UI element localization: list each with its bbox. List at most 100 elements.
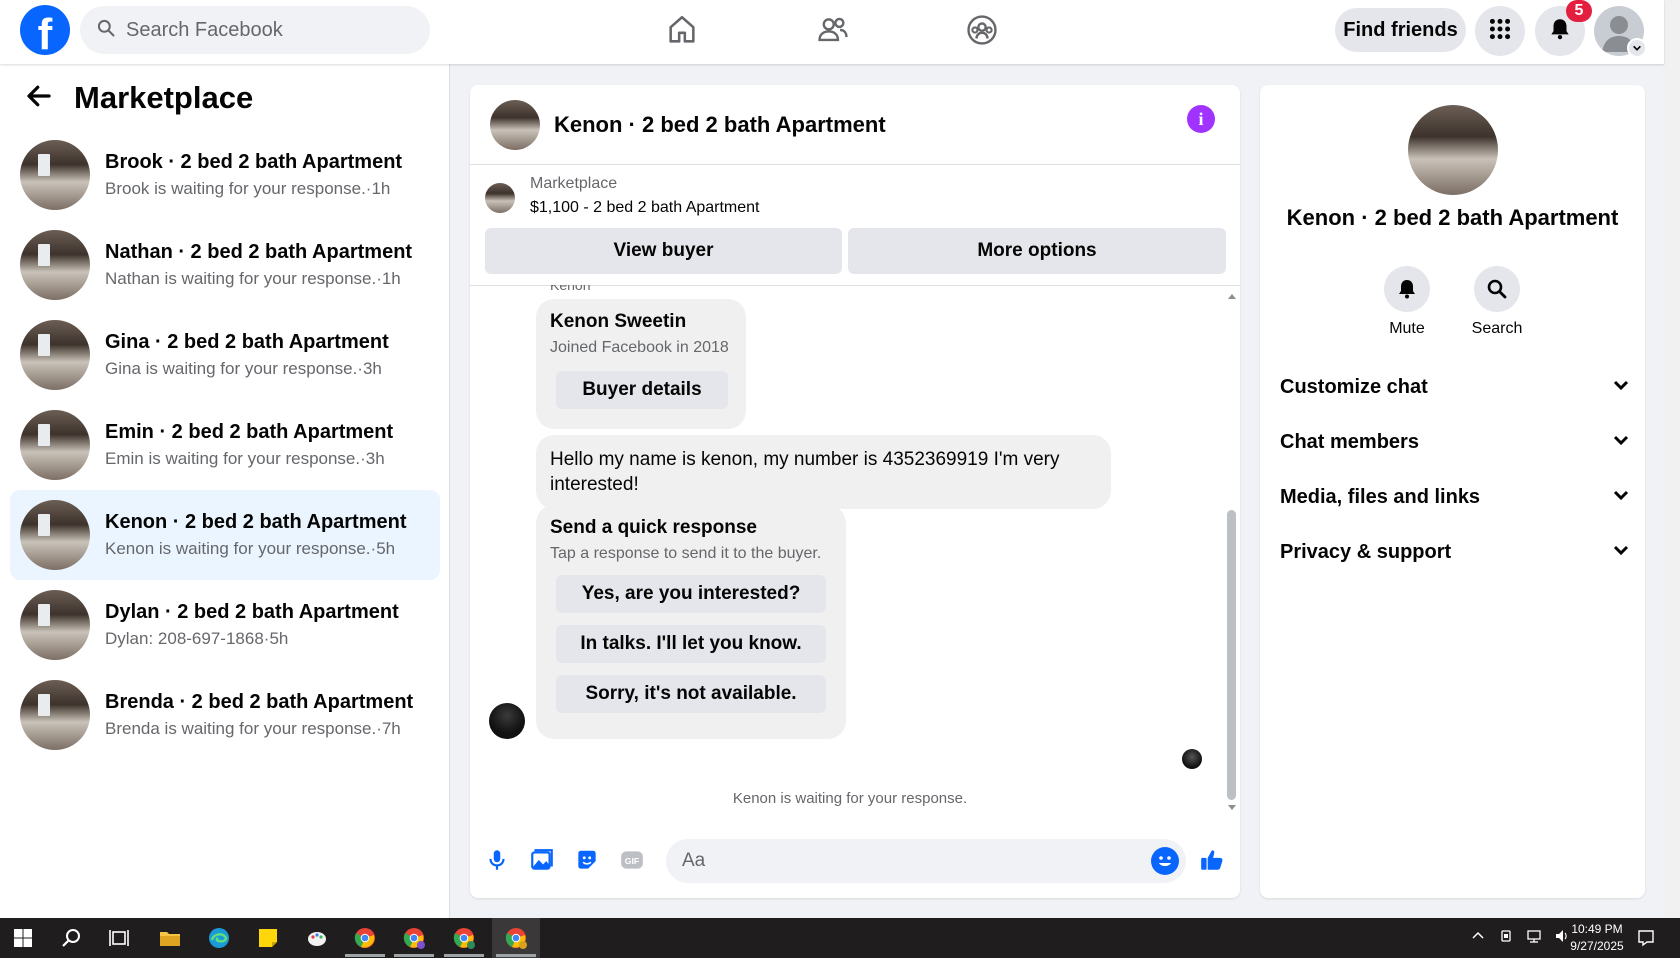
- conversation-list: Brook · 2 bed 2 bath Apartment Brook is w…: [10, 130, 440, 760]
- search-box[interactable]: [80, 6, 430, 54]
- conversation-preview: Nathan is waiting for your response.·1h: [105, 269, 401, 288]
- taskbar-search-icon[interactable]: [57, 924, 87, 952]
- more-options-button[interactable]: More options: [848, 228, 1226, 274]
- section-label: Chat members: [1280, 430, 1419, 453]
- windows-start-icon[interactable]: [8, 924, 38, 952]
- chat-title[interactable]: Kenon · 2 bed 2 bath Apartment: [554, 112, 886, 138]
- bell-icon[interactable]: [1384, 266, 1430, 312]
- conversation-title: Nathan · 2 bed 2 bath Apartment: [105, 241, 413, 263]
- chrome-profile-icon[interactable]: [399, 924, 429, 952]
- conversation-preview: Gina is waiting for your response.·3h: [105, 359, 382, 378]
- like-thumb-icon[interactable]: [1197, 845, 1227, 875]
- emoji-icon[interactable]: [1151, 847, 1179, 875]
- top-navigation-bar: f Find friends 5: [0, 0, 1664, 64]
- gif-icon[interactable]: GIF: [617, 845, 647, 875]
- message-composer: GIF: [470, 823, 1240, 898]
- conversation-preview: Kenon is waiting for your response.·5h: [105, 539, 396, 558]
- conversation-title: Brook · 2 bed 2 bath Apartment: [105, 151, 403, 173]
- quick-response-title: Send a quick response: [550, 517, 757, 538]
- search-icon: [96, 18, 116, 43]
- chrome-profile-icon[interactable]: [449, 924, 479, 952]
- chevron-down-icon: [1612, 486, 1630, 509]
- sidebar-title: Marketplace: [74, 80, 254, 115]
- conversation-avatar: [20, 140, 90, 210]
- chevron-down-icon: [1612, 376, 1630, 399]
- section-customize-chat[interactable]: Customize chat: [1280, 367, 1630, 407]
- conversation-item[interactable]: Emin · 2 bed 2 bath Apartment Emin is wai…: [10, 400, 440, 490]
- chrome-profile-icon[interactable]: [501, 924, 531, 952]
- device-icon[interactable]: [1498, 928, 1514, 949]
- sticker-icon[interactable]: [572, 845, 602, 875]
- conversation-item-active[interactable]: Kenon · 2 bed 2 bath Apartment Kenon is w…: [10, 490, 440, 580]
- microphone-icon[interactable]: [482, 845, 512, 875]
- conversation-title: Emin · 2 bed 2 bath Apartment: [105, 421, 394, 443]
- chevron-down-icon: [1612, 431, 1630, 454]
- search-action[interactable]: Search: [1457, 266, 1537, 338]
- edge-browser-icon[interactable]: [204, 924, 234, 952]
- back-arrow-icon[interactable]: [24, 81, 54, 116]
- quick-response-button[interactable]: In talks. I'll let you know.: [556, 625, 826, 663]
- svg-text:GIF: GIF: [625, 856, 639, 866]
- page-scrollbar[interactable]: [1664, 0, 1680, 918]
- find-friends-button[interactable]: Find friends: [1335, 8, 1466, 52]
- windows-taskbar: 10:49 PM 9/27/2025: [0, 918, 1680, 958]
- running-indicator: [394, 954, 434, 957]
- conversation-title: Brenda · 2 bed 2 bath Apartment: [105, 691, 414, 713]
- task-view-icon[interactable]: [104, 924, 134, 952]
- chevron-down-icon[interactable]: [1627, 38, 1647, 58]
- file-explorer-icon[interactable]: [155, 924, 185, 952]
- quick-response-card: Send a quick response Tap a response to …: [536, 505, 846, 739]
- photo-icon[interactable]: [527, 845, 557, 875]
- clock-time: 10:49 PM: [1571, 922, 1623, 936]
- action-center-icon[interactable]: [1636, 928, 1656, 953]
- section-media-files-links[interactable]: Media, files and links: [1280, 477, 1630, 517]
- search-label: Search: [1471, 320, 1523, 337]
- message-thread: Kenon Kenon Sweetin Joined Facebook in 2…: [470, 285, 1240, 815]
- conversation-item[interactable]: Nathan · 2 bed 2 bath Apartment Nathan is…: [10, 220, 440, 310]
- chat-panel: Kenon · 2 bed 2 bath Apartment i Marketp…: [470, 85, 1240, 898]
- network-icon[interactable]: [1526, 928, 1542, 949]
- conversation-item[interactable]: Gina · 2 bed 2 bath Apartment Gina is wai…: [10, 310, 440, 400]
- running-indicator: [444, 954, 484, 957]
- facebook-logo[interactable]: f: [20, 5, 70, 55]
- conversation-item[interactable]: Dylan · 2 bed 2 bath Apartment Dylan: 208…: [10, 580, 440, 670]
- system-clock[interactable]: 10:49 PM 9/27/2025: [1562, 921, 1632, 955]
- chat-avatar[interactable]: [490, 99, 540, 150]
- view-buyer-button[interactable]: View buyer: [485, 228, 842, 274]
- section-chat-members[interactable]: Chat members: [1280, 422, 1630, 462]
- paint-app-icon[interactable]: [302, 924, 332, 952]
- message-input[interactable]: [666, 839, 1186, 883]
- bell-icon: [1547, 16, 1573, 47]
- conversation-avatar: [20, 500, 90, 570]
- info-icon[interactable]: i: [1187, 105, 1215, 133]
- conversation-avatar: [20, 410, 90, 480]
- mute-action[interactable]: Mute: [1367, 266, 1447, 338]
- listing-summary[interactable]: Marketplace $1,100 - 2 bed 2 bath Apartm…: [485, 175, 760, 217]
- conversation-item[interactable]: Brook · 2 bed 2 bath Apartment Brook is w…: [10, 130, 440, 220]
- menu-button[interactable]: [1475, 6, 1525, 56]
- section-privacy-support[interactable]: Privacy & support: [1280, 532, 1630, 572]
- buyer-details-button[interactable]: Buyer details: [556, 371, 728, 409]
- search-input[interactable]: [126, 18, 406, 42]
- friends-icon[interactable]: [813, 12, 853, 48]
- clock-date: 9/27/2025: [1570, 939, 1624, 953]
- buyer-joined: Joined Facebook in 2018: [550, 339, 729, 356]
- quick-response-subtitle: Tap a response to send it to the buyer.: [550, 545, 822, 562]
- chevron-up-icon[interactable]: [1470, 928, 1486, 949]
- sticky-notes-icon[interactable]: [253, 924, 283, 952]
- conversation-title: Dylan · 2 bed 2 bath Apartment: [105, 601, 399, 623]
- chrome-icon[interactable]: [350, 924, 380, 952]
- groups-icon[interactable]: [962, 12, 1002, 48]
- chat-scrollbar-thumb[interactable]: [1227, 510, 1236, 800]
- info-avatar[interactable]: [1408, 105, 1498, 195]
- home-icon[interactable]: [662, 12, 702, 48]
- sidebar-header: Marketplace: [24, 80, 253, 116]
- buyer-name: Kenon Sweetin: [550, 311, 687, 332]
- search-icon[interactable]: [1474, 266, 1520, 312]
- running-indicator: [496, 954, 536, 957]
- section-label: Media, files and links: [1280, 485, 1481, 508]
- buyer-avatar[interactable]: [489, 703, 525, 739]
- conversation-item[interactable]: Brenda · 2 bed 2 bath Apartment Brenda is…: [10, 670, 440, 760]
- quick-response-button[interactable]: Sorry, it's not available.: [556, 675, 826, 713]
- quick-response-button[interactable]: Yes, are you interested?: [556, 575, 826, 613]
